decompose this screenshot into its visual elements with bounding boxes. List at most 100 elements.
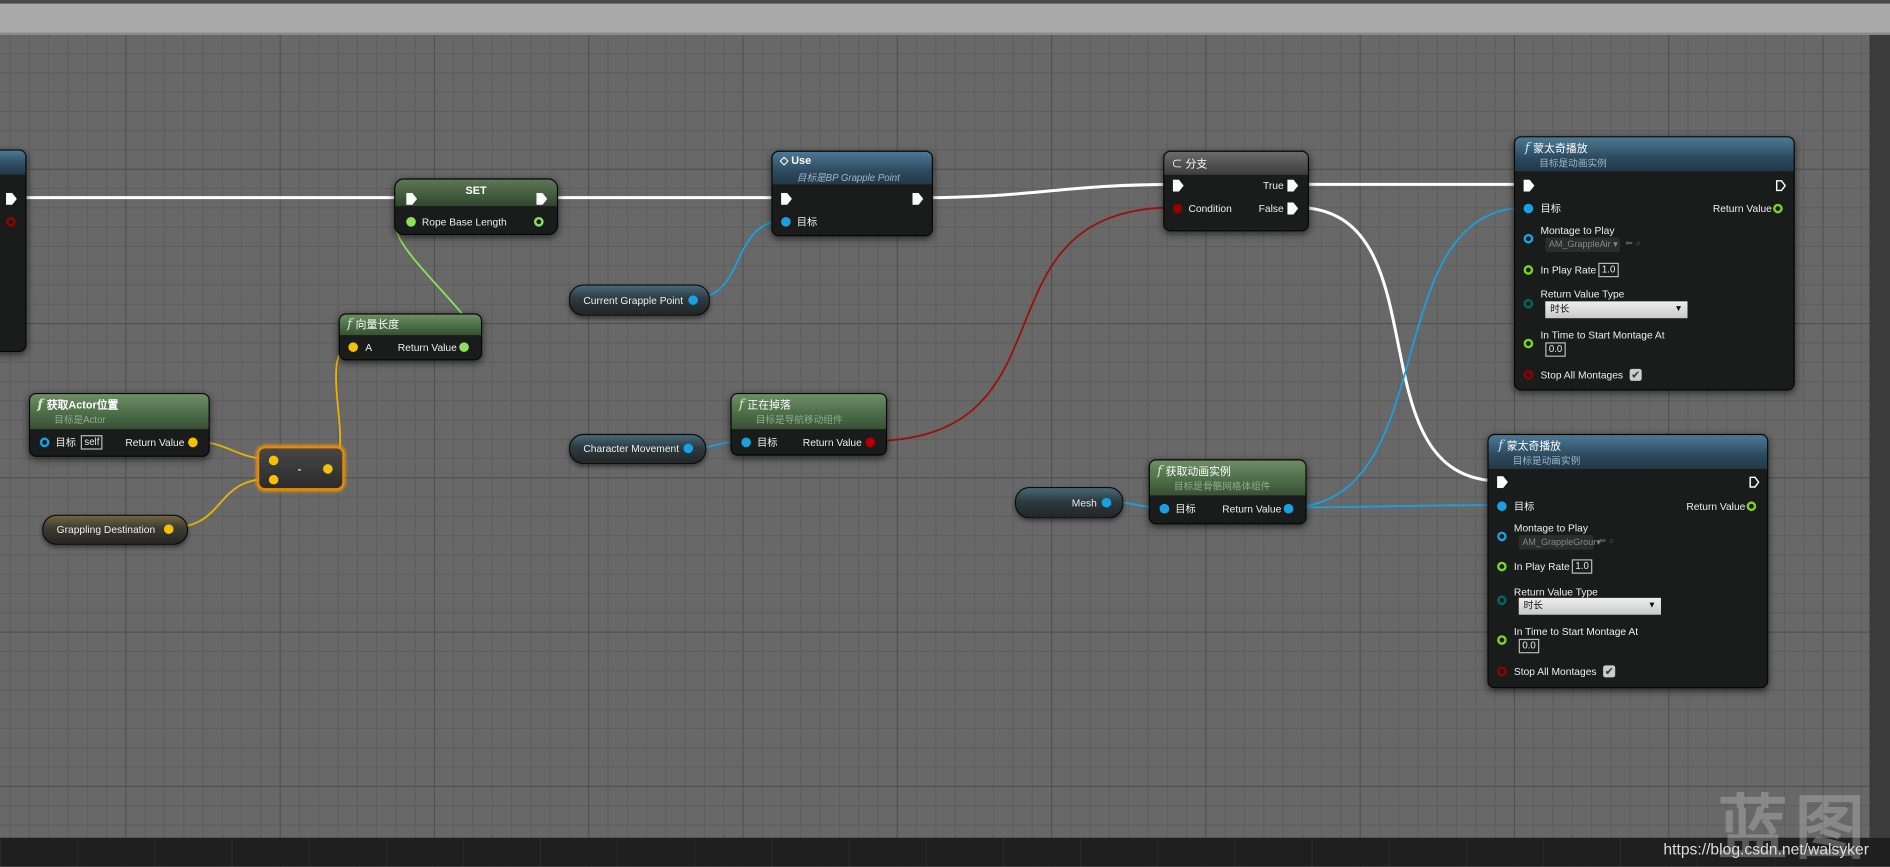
offscreen-node[interactable] xyxy=(0,149,27,352)
float-in-pin[interactable] xyxy=(406,216,416,227)
start-time-input[interactable]: 0.0 xyxy=(1518,638,1540,654)
set-rope-base-length-node[interactable]: SET Rope Base Length xyxy=(394,178,559,236)
start-time-input[interactable]: 0.0 xyxy=(1545,342,1566,357)
variable-label: Current Grapple Point xyxy=(583,294,684,307)
browse-asset-icons[interactable]: ⬅ ⌕ xyxy=(1598,535,1614,547)
pin-label: 目标 xyxy=(756,436,778,449)
pin-label: Return Value Type xyxy=(1540,288,1625,301)
is-falling-node[interactable]: f 正在掉落 目标是导航移动组件 目标 Return Value xyxy=(730,392,888,456)
pin-label: In Play Rate xyxy=(1540,263,1597,277)
montage-pin[interactable] xyxy=(1523,233,1534,244)
montage-play-ground-node[interactable]: f 蒙太奇播放 目标是动画实例 目标 Return Value Montage t… xyxy=(1487,433,1769,689)
montage-asset-dropdown[interactable]: AM_GrappleGrour▾ xyxy=(1518,535,1601,550)
mesh-getter[interactable]: Mesh xyxy=(1014,486,1124,519)
pin-label: Return Value Type xyxy=(1513,585,1598,598)
browse-asset-icons[interactable]: ⬅ ⌕ xyxy=(1625,237,1641,249)
target-pin[interactable] xyxy=(1523,203,1534,214)
pin-label: In Play Rate xyxy=(1513,560,1570,573)
self-default-value[interactable]: self xyxy=(80,435,104,450)
exec-in-pin[interactable] xyxy=(1497,476,1508,489)
node-title: 获取动画实例 xyxy=(1165,465,1231,478)
exec-in-pin[interactable] xyxy=(406,192,418,205)
exec-wire xyxy=(920,182,1177,200)
object-out-pin[interactable] xyxy=(688,295,698,305)
vector-in-pin[interactable] xyxy=(268,455,279,466)
exec-in-pin[interactable] xyxy=(1172,179,1184,192)
exec-out-pin[interactable] xyxy=(1749,476,1760,488)
play-rate-input[interactable]: 1.0 xyxy=(1598,262,1619,278)
grappling-destination-getter[interactable]: Grappling Destination xyxy=(42,514,189,545)
get-anim-instance-node[interactable]: f 获取动画实例 目标是骨骼网格体组件 目标 Return Value xyxy=(1148,459,1307,525)
node-subtitle: 目标是Actor xyxy=(54,414,106,426)
object-out-pin[interactable] xyxy=(1283,503,1294,514)
exec-out-pin[interactable] xyxy=(536,192,548,205)
exec-out-pin[interactable] xyxy=(1775,180,1787,192)
get-actor-location-node[interactable]: f 获取Actor位置 目标是Actor 目标 self Return Value xyxy=(28,392,210,457)
object-out-pin[interactable] xyxy=(1101,497,1112,508)
float-out-pin[interactable] xyxy=(533,216,544,227)
play-rate-pin[interactable] xyxy=(1523,265,1534,275)
vector-length-node[interactable]: f 向量长度 A Return Value xyxy=(338,313,483,361)
bottom-bar xyxy=(0,837,1890,867)
blueprint-graph-canvas[interactable]: SET Rope Base Length ◇ Use 目标是BP Grapple… xyxy=(0,0,1890,867)
branch-node[interactable]: ⊂ 分支 True Condition False xyxy=(1163,150,1310,232)
condition-pin[interactable] xyxy=(1172,203,1183,214)
false-exec-pin[interactable] xyxy=(1287,202,1299,215)
pin-label: Return Value xyxy=(1686,500,1746,513)
return-value-type-dropdown[interactable]: 时长 ▼ xyxy=(1545,301,1688,319)
vector-out-pin[interactable] xyxy=(188,437,198,448)
node-subtitle: 目标是BP Grapple Point xyxy=(796,172,900,184)
object-out-pin[interactable] xyxy=(683,443,694,454)
return-value-pin[interactable] xyxy=(1773,203,1783,214)
return-value-pin[interactable] xyxy=(1746,501,1757,512)
target-pin[interactable] xyxy=(39,437,50,448)
bool-wire xyxy=(869,206,1177,443)
subtract-node[interactable]: - xyxy=(256,445,345,491)
pin-label: 目标 xyxy=(1513,500,1535,513)
play-rate-pin[interactable] xyxy=(1497,561,1507,572)
start-time-pin[interactable] xyxy=(1523,338,1534,349)
exec-out-pin[interactable] xyxy=(6,192,17,205)
node-header xyxy=(0,150,26,175)
function-icon: f xyxy=(1524,139,1530,156)
stop-all-checkbox[interactable]: ✔ xyxy=(1603,665,1616,678)
stop-all-pin[interactable] xyxy=(1497,666,1507,677)
use-node[interactable]: ◇ Use 目标是BP Grapple Point 目标 xyxy=(771,150,933,237)
true-exec-pin[interactable] xyxy=(1287,179,1299,192)
interface-call-icon: ◇ xyxy=(779,154,792,167)
exec-out-pin[interactable] xyxy=(912,192,924,205)
play-rate-input[interactable]: 1.0 xyxy=(1571,559,1593,574)
exec-in-pin[interactable] xyxy=(781,192,792,205)
stop-all-checkbox[interactable]: ✔ xyxy=(1629,368,1642,381)
return-value-type-pin[interactable] xyxy=(1497,595,1507,606)
node-title: Use xyxy=(791,154,812,167)
vector-in-pin[interactable] xyxy=(348,342,358,352)
pin-label: In Time to Start Montage At xyxy=(1513,625,1639,638)
bool-pin[interactable] xyxy=(6,216,16,227)
return-value-type-pin[interactable] xyxy=(1523,298,1534,309)
return-value-type-dropdown[interactable]: 时长 ▼ xyxy=(1518,597,1661,615)
stop-all-pin[interactable] xyxy=(1523,370,1534,380)
variable-label: Character Movement xyxy=(583,442,680,455)
bool-out-pin[interactable] xyxy=(865,437,876,448)
function-icon: f xyxy=(738,396,744,413)
montage-pin[interactable] xyxy=(1497,531,1507,542)
start-time-pin[interactable] xyxy=(1497,635,1507,645)
vector-in-pin[interactable] xyxy=(268,474,279,485)
target-pin[interactable] xyxy=(741,437,751,448)
pin-label: True xyxy=(1263,179,1284,192)
character-movement-getter[interactable]: Character Movement xyxy=(568,433,707,465)
target-pin[interactable] xyxy=(781,216,791,227)
branch-icon: ⊂ xyxy=(1171,157,1186,170)
vector-out-pin[interactable] xyxy=(163,524,174,534)
float-out-pin[interactable] xyxy=(459,342,469,352)
vector-out-pin[interactable] xyxy=(323,464,333,474)
montage-asset-dropdown[interactable]: AM_GrappleAir ▾ xyxy=(1545,237,1621,252)
current-grapple-point-getter[interactable]: Current Grapple Point xyxy=(568,284,710,316)
montage-play-air-node[interactable]: f 蒙太奇播放 目标是动画实例 目标 Return Value Montage t… xyxy=(1513,136,1795,391)
target-pin[interactable] xyxy=(1497,501,1507,512)
pin-label: 目标 xyxy=(1540,202,1561,215)
exec-in-pin[interactable] xyxy=(1523,179,1535,192)
target-pin[interactable] xyxy=(1159,503,1170,514)
node-title: SET xyxy=(465,184,487,197)
